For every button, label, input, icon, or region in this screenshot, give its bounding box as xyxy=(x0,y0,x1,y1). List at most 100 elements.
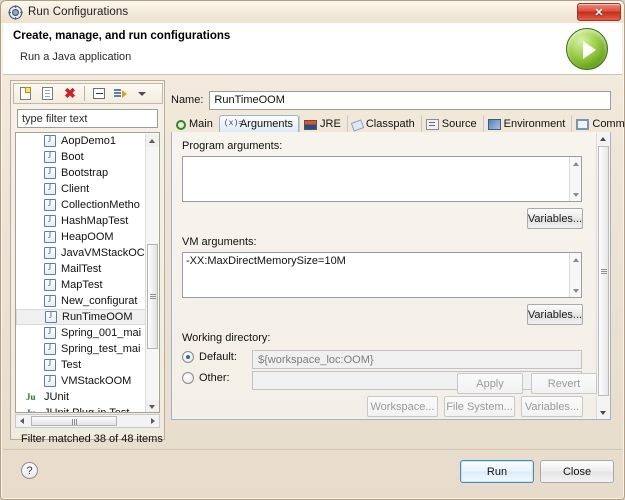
java-application-icon xyxy=(44,199,56,211)
tree-horizontal-scrollbar[interactable] xyxy=(15,414,160,428)
duplicate-configuration-icon[interactable] xyxy=(38,85,58,103)
program-arguments-variables-button[interactable]: Variables... xyxy=(527,208,583,229)
tree-item-label: Spring_test_mai xyxy=(61,343,141,355)
program-arguments-label: Program arguments: xyxy=(182,140,283,152)
working-directory-label: Working directory: xyxy=(182,332,271,344)
run-configurations-window: Run Configurations ✕ Create, manage, and… xyxy=(0,0,625,500)
tree-item-javavmstackoc[interactable]: JavaVMStackOC xyxy=(16,245,147,261)
tree-item-hashmaptest[interactable]: HashMapTest xyxy=(16,213,147,229)
name-input[interactable]: RunTimeOOM xyxy=(209,90,611,110)
tree-item-maptest[interactable]: MapTest xyxy=(16,277,147,293)
java-application-icon xyxy=(44,359,56,371)
close-button[interactable]: Close xyxy=(540,460,614,483)
window-title: Run Configurations xyxy=(28,6,129,18)
run-play-icon xyxy=(566,28,608,70)
apply-button[interactable]: Apply xyxy=(457,373,523,394)
tree-item-vmstackoom[interactable]: VMStackOOM xyxy=(16,373,147,389)
delete-configuration-icon[interactable]: ✖ xyxy=(60,85,80,103)
java-application-icon xyxy=(44,247,56,259)
panel-scroll-up-icon[interactable] xyxy=(597,133,610,145)
close-window-button[interactable]: ✕ xyxy=(577,3,621,21)
vm-args-scroll-up-icon[interactable] xyxy=(570,254,581,265)
tab-label: Classpath xyxy=(365,118,415,130)
tree-item-mailtest[interactable]: MailTest xyxy=(16,261,147,277)
run-button[interactable]: Run xyxy=(460,460,534,483)
chevron-down-icon[interactable] xyxy=(133,85,147,103)
collapse-all-icon[interactable] xyxy=(89,85,109,103)
tree-scroll-down-icon[interactable] xyxy=(146,400,159,412)
tree-item-spring-test-mai[interactable]: Spring_test_mai xyxy=(16,341,147,357)
program-args-scroll-down-icon[interactable] xyxy=(570,189,581,200)
java-application-icon xyxy=(44,215,56,227)
tree-item-test[interactable]: Test xyxy=(16,357,147,373)
program-args-scroll-up-icon[interactable] xyxy=(570,158,581,169)
configurations-toolbar: ✖ xyxy=(13,83,163,104)
tree-item-boot[interactable]: Boot xyxy=(16,149,147,165)
tree-item-spring-001-mai[interactable]: Spring_001_mai xyxy=(16,325,147,341)
filter-icon[interactable] xyxy=(111,85,131,103)
panel-scroll-down-icon[interactable] xyxy=(597,407,610,419)
help-icon[interactable]: ? xyxy=(21,462,38,479)
tab-environment[interactable]: Environment xyxy=(482,115,572,132)
tree-item-junit[interactable]: Ju JUnit xyxy=(16,389,147,405)
revert-button[interactable]: Revert xyxy=(531,373,597,394)
page-title: Create, manage, and run configurations xyxy=(13,30,231,42)
vm-args-scroll-down-icon[interactable] xyxy=(570,285,581,296)
tree-item-junit-plug-in-test[interactable]: Ju JUnit Plug-in Test xyxy=(16,405,147,412)
new-configuration-icon[interactable] xyxy=(16,85,36,103)
tree-item-runtimeoom[interactable]: RunTimeOOM xyxy=(16,309,147,325)
working-directory-default-radio[interactable]: Default: xyxy=(182,351,237,363)
configurations-tree[interactable]: AopDemo1 Boot Bootstrap Client CollectionMet… xyxy=(15,132,160,413)
tree-item-label: JUnit xyxy=(44,391,70,403)
tree-scroll-up-icon[interactable] xyxy=(146,134,159,147)
tab-main[interactable]: Main xyxy=(171,115,219,132)
tab-label: JRE xyxy=(320,118,341,130)
tree-item-label: HeapOOM xyxy=(61,231,114,243)
vm-arguments-scrollbar[interactable] xyxy=(569,253,581,297)
tree-scroll-left-icon[interactable] xyxy=(16,415,29,427)
editor-tabs: Main (x)= Arguments JRE Classpath Source Envir… xyxy=(171,115,625,133)
tab-arguments[interactable]: (x)= Arguments xyxy=(218,115,300,132)
filter-input-text: type filter text xyxy=(22,112,88,125)
program-arguments-scrollbar[interactable] xyxy=(569,157,581,201)
tab-label: Environment xyxy=(503,118,566,130)
vm-arguments-label: VM arguments: xyxy=(182,236,257,248)
vm-arguments-input[interactable]: -XX:MaxDirectMemorySize=10M xyxy=(182,252,582,298)
name-input-text: RunTimeOOM xyxy=(214,94,285,106)
file-system-button[interactable]: File System... xyxy=(444,396,515,417)
tree-horizontal-scroll-thumb[interactable] xyxy=(31,416,117,426)
tab-classpath[interactable]: Classpath xyxy=(346,115,421,132)
arguments-tab-icon: (x)= xyxy=(223,119,244,128)
vm-arguments-variables-button[interactable]: Variables... xyxy=(527,304,583,325)
header-banner: Create, manage, and run configurations R… xyxy=(3,23,622,75)
tab-source[interactable]: Source xyxy=(420,115,483,132)
tab-jre[interactable]: JRE xyxy=(299,115,347,132)
tree-item-label: MapTest xyxy=(61,279,103,291)
java-application-icon xyxy=(44,343,56,355)
working-directory-variables-button[interactable]: Variables... xyxy=(521,396,583,417)
java-application-icon xyxy=(44,167,56,179)
java-application-icon xyxy=(44,279,56,291)
tab-common[interactable]: Common xyxy=(571,115,625,132)
panel-scroll-thumb[interactable] xyxy=(598,146,609,396)
page-subtitle: Run a Java application xyxy=(20,51,132,63)
tree-scroll-right-icon[interactable] xyxy=(146,415,159,427)
tree-item-heapoom[interactable]: HeapOOM xyxy=(16,229,147,245)
workspace-button[interactable]: Workspace... xyxy=(367,396,438,417)
tree-item-collectionmetho[interactable]: CollectionMetho xyxy=(16,197,147,213)
filter-input[interactable]: type filter text xyxy=(17,109,158,128)
tree-vertical-scrollbar[interactable] xyxy=(145,134,159,412)
tree-vertical-scroll-thumb[interactable] xyxy=(147,244,158,349)
tree-item-new-configurat[interactable]: New_configurat xyxy=(16,293,147,309)
classpath-tab-icon xyxy=(350,118,365,132)
tree-item-label: Boot xyxy=(61,151,84,163)
run-configurations-icon xyxy=(8,4,23,20)
tree-item-client[interactable]: Client xyxy=(16,181,147,197)
vm-arguments-text: -XX:MaxDirectMemorySize=10M xyxy=(186,255,346,267)
tree-item-label: Bootstrap xyxy=(61,167,109,179)
title-bar: Run Configurations ✕ xyxy=(1,1,624,23)
program-arguments-input[interactable] xyxy=(182,156,582,202)
tree-item-bootstrap[interactable]: Bootstrap xyxy=(16,165,147,181)
tree-item-aopdemo1[interactable]: AopDemo1 xyxy=(16,133,147,149)
java-application-icon xyxy=(44,327,56,339)
